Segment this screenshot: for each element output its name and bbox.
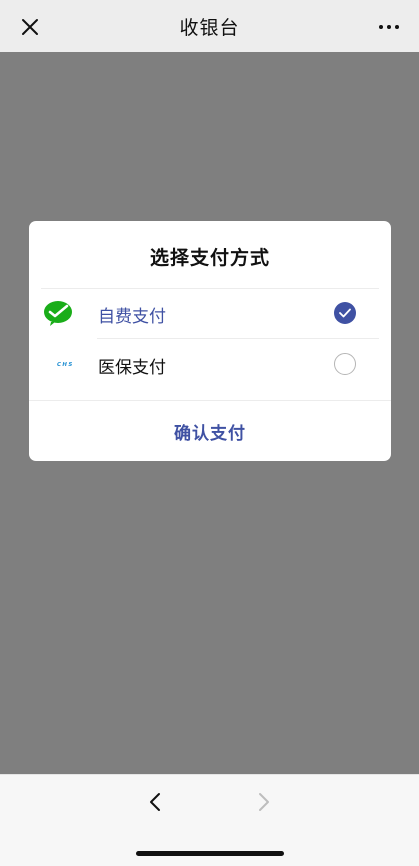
chs-logo-text: CHS bbox=[57, 362, 72, 368]
top-navbar: 收银台 bbox=[0, 0, 419, 52]
browser-toolbar bbox=[0, 774, 419, 866]
back-button[interactable] bbox=[135, 787, 175, 817]
radio-medical-insurance[interactable] bbox=[334, 353, 356, 375]
chevron-right-icon bbox=[259, 793, 269, 811]
payment-method-dialog: 选择支付方式 自费支付 CHS 医保支付 确认支付 bbox=[29, 221, 391, 461]
cashier-page: 收银台 选择支付方式 自费支付 CHS 医保支付 确认支付 bbox=[0, 0, 419, 866]
option-medical-insurance[interactable]: CHS 医保支付 bbox=[29, 339, 391, 389]
chs-medical-insurance-icon: CHS bbox=[43, 349, 73, 379]
option-label-self-pay: 自费支付 bbox=[98, 307, 166, 327]
home-indicator bbox=[136, 851, 284, 856]
forward-button[interactable] bbox=[244, 787, 284, 817]
option-self-pay[interactable]: 自费支付 bbox=[29, 288, 391, 338]
option-label-medical-insurance: 医保支付 bbox=[98, 358, 166, 378]
close-button[interactable] bbox=[12, 9, 48, 45]
more-icon bbox=[379, 25, 383, 29]
close-icon bbox=[22, 19, 38, 35]
chevron-left-icon bbox=[150, 793, 160, 811]
confirm-pay-button[interactable]: 确认支付 bbox=[29, 401, 391, 461]
checkmark-icon bbox=[339, 308, 351, 318]
page-title: 收银台 bbox=[179, 16, 240, 39]
more-button[interactable] bbox=[371, 9, 407, 45]
dialog-title: 选择支付方式 bbox=[149, 247, 270, 269]
wechat-pay-icon bbox=[43, 298, 73, 328]
radio-self-pay[interactable] bbox=[334, 302, 356, 324]
